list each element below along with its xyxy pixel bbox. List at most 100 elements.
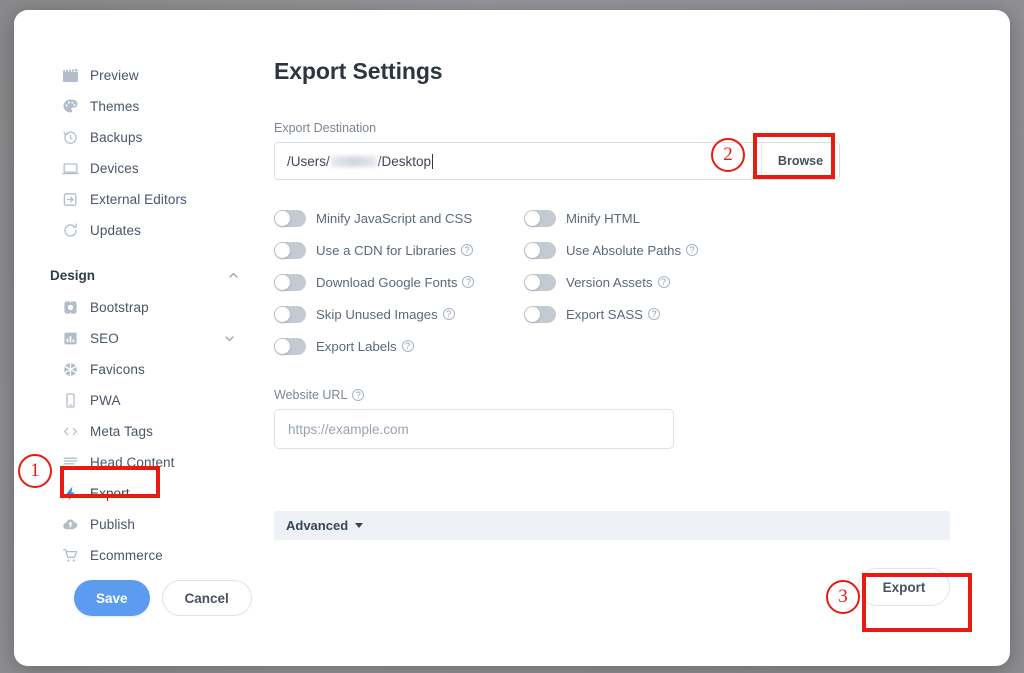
website-url-label-text: Website URL	[274, 388, 347, 402]
app-window: Preview Themes Backups Devices External	[14, 10, 1010, 666]
sidebar-item-label: Ecommerce	[90, 548, 163, 563]
sidebar-item-label: Devices	[90, 161, 139, 176]
help-icon[interactable]: ?	[443, 308, 455, 320]
sidebar-item-label: Themes	[90, 99, 139, 114]
toggle-row-export-sass: Export SASS ?	[524, 298, 774, 330]
sidebar-item-label: Backups	[90, 130, 142, 145]
sidebar-item-label: Preview	[90, 68, 139, 83]
toggle-label-text: Use a CDN for Libraries	[316, 243, 456, 258]
export-destination-input[interactable]: /Users//Desktop	[275, 143, 761, 179]
help-icon[interactable]: ?	[352, 389, 364, 401]
help-icon[interactable]: ?	[686, 244, 698, 256]
sidebar-section-design[interactable]: Design	[14, 258, 262, 292]
advanced-label: Advanced	[286, 518, 348, 533]
toggle-minify-html[interactable]	[524, 210, 556, 227]
sidebar-item-label: Publish	[90, 517, 135, 532]
text-caret	[432, 154, 433, 169]
sidebar-item-publish[interactable]: Publish	[14, 509, 262, 540]
cancel-button[interactable]: Cancel	[162, 580, 252, 616]
seo-bars-icon	[62, 330, 79, 347]
website-url-input[interactable]	[274, 409, 674, 449]
toggle-skip-unused-images[interactable]	[274, 306, 306, 323]
advanced-section-toggle[interactable]: Advanced	[274, 511, 950, 540]
export-destination-label-text: Export Destination	[274, 121, 376, 135]
sidebar-actions: Save Cancel	[74, 580, 252, 616]
save-button[interactable]: Save	[74, 580, 150, 616]
code-brackets-icon	[62, 423, 79, 440]
toggle-row-use-cdn: Use a CDN for Libraries ?	[274, 234, 524, 266]
help-icon[interactable]: ?	[658, 276, 670, 288]
sidebar-item-favicons[interactable]: Favicons	[14, 354, 262, 385]
toggle-label-text: Skip Unused Images	[316, 307, 438, 322]
toggle-use-cdn[interactable]	[274, 242, 306, 259]
sidebar-item-seo[interactable]: SEO	[14, 323, 262, 354]
text-lines-icon	[62, 454, 79, 471]
sidebar-item-label: Favicons	[90, 362, 145, 377]
sidebar-item-preview[interactable]: Preview	[14, 60, 262, 91]
help-icon[interactable]: ?	[462, 276, 474, 288]
toggle-row-version-assets: Version Assets ?	[524, 266, 774, 298]
sidebar-item-themes[interactable]: Themes	[14, 91, 262, 122]
chevron-down-icon[interactable]	[223, 332, 236, 345]
sidebar-item-label: Updates	[90, 223, 141, 238]
export-options: Minify JavaScript and CSS Minify HTML Us…	[274, 202, 964, 362]
sidebar-item-label: Bootstrap	[90, 300, 149, 315]
sidebar-item-bootstrap[interactable]: Bootstrap	[14, 292, 262, 323]
sidebar-item-ecommerce[interactable]: Ecommerce	[14, 540, 262, 571]
website-url-label: Website URL ?	[274, 388, 964, 402]
refresh-icon	[62, 222, 79, 239]
toggle-minify-js-css[interactable]	[274, 210, 306, 227]
destination-prefix: /Users/	[287, 154, 330, 169]
triangle-down-icon	[355, 523, 363, 528]
help-icon[interactable]: ?	[461, 244, 473, 256]
toggle-version-assets[interactable]	[524, 274, 556, 291]
page-title: Export Settings	[274, 58, 964, 85]
toggle-label: Export Labels ?	[316, 339, 414, 354]
chevron-up-icon	[227, 269, 240, 282]
sidebar-item-export[interactable]: Export	[14, 478, 262, 509]
toggle-label-text: Minify JavaScript and CSS	[316, 211, 472, 226]
sidebar-item-label: Head Content	[90, 455, 175, 470]
toggle-label-text: Version Assets	[566, 275, 653, 290]
toggle-label-text: Export SASS	[566, 307, 643, 322]
monitor-icon	[62, 160, 79, 177]
toggle-google-fonts[interactable]	[274, 274, 306, 291]
sidebar-item-external-editors[interactable]: External Editors	[14, 184, 262, 215]
toggle-label: Download Google Fonts ?	[316, 275, 474, 290]
external-editor-icon	[62, 191, 79, 208]
toggle-label: Use Absolute Paths ?	[566, 243, 698, 258]
help-icon[interactable]: ?	[402, 340, 414, 352]
toggle-absolute-paths[interactable]	[524, 242, 556, 259]
lightning-bolt-icon	[62, 485, 79, 502]
shopping-cart-icon	[62, 547, 79, 564]
toggle-label: Export SASS ?	[566, 307, 660, 322]
export-button[interactable]: Export	[858, 568, 950, 606]
toggle-label: Version Assets ?	[566, 275, 670, 290]
film-clapper-icon	[62, 67, 79, 84]
sidebar-item-head-content[interactable]: Head Content	[14, 447, 262, 478]
toggle-label: Skip Unused Images ?	[316, 307, 455, 322]
sidebar-item-backups[interactable]: Backups	[14, 122, 262, 153]
help-icon[interactable]: ?	[648, 308, 660, 320]
bootstrap-icon	[62, 299, 79, 316]
sidebar: Preview Themes Backups Devices External	[14, 10, 262, 666]
toggle-row-minify-html: Minify HTML	[524, 202, 774, 234]
cloud-upload-icon	[62, 516, 79, 533]
sidebar-item-devices[interactable]: Devices	[14, 153, 262, 184]
backup-clock-icon	[62, 129, 79, 146]
sidebar-item-updates[interactable]: Updates	[14, 215, 262, 246]
sidebar-item-pwa[interactable]: PWA	[14, 385, 262, 416]
sidebar-item-meta-tags[interactable]: Meta Tags	[14, 416, 262, 447]
toggle-row-skip-unused-images: Skip Unused Images ?	[274, 298, 524, 330]
palette-icon	[62, 98, 79, 115]
sidebar-item-label: Export	[90, 486, 130, 501]
toggle-row-google-fonts: Download Google Fonts ?	[274, 266, 524, 298]
toggle-label-text: Use Absolute Paths	[566, 243, 681, 258]
toggle-label-text: Export Labels	[316, 339, 397, 354]
browse-button[interactable]: Browse	[761, 143, 839, 179]
toggle-export-labels[interactable]	[274, 338, 306, 355]
toggle-row-export-labels: Export Labels ?	[274, 330, 524, 362]
toggle-row-minify-js-css: Minify JavaScript and CSS	[274, 202, 524, 234]
toggle-label: Minify HTML	[566, 211, 640, 226]
toggle-export-sass[interactable]	[524, 306, 556, 323]
